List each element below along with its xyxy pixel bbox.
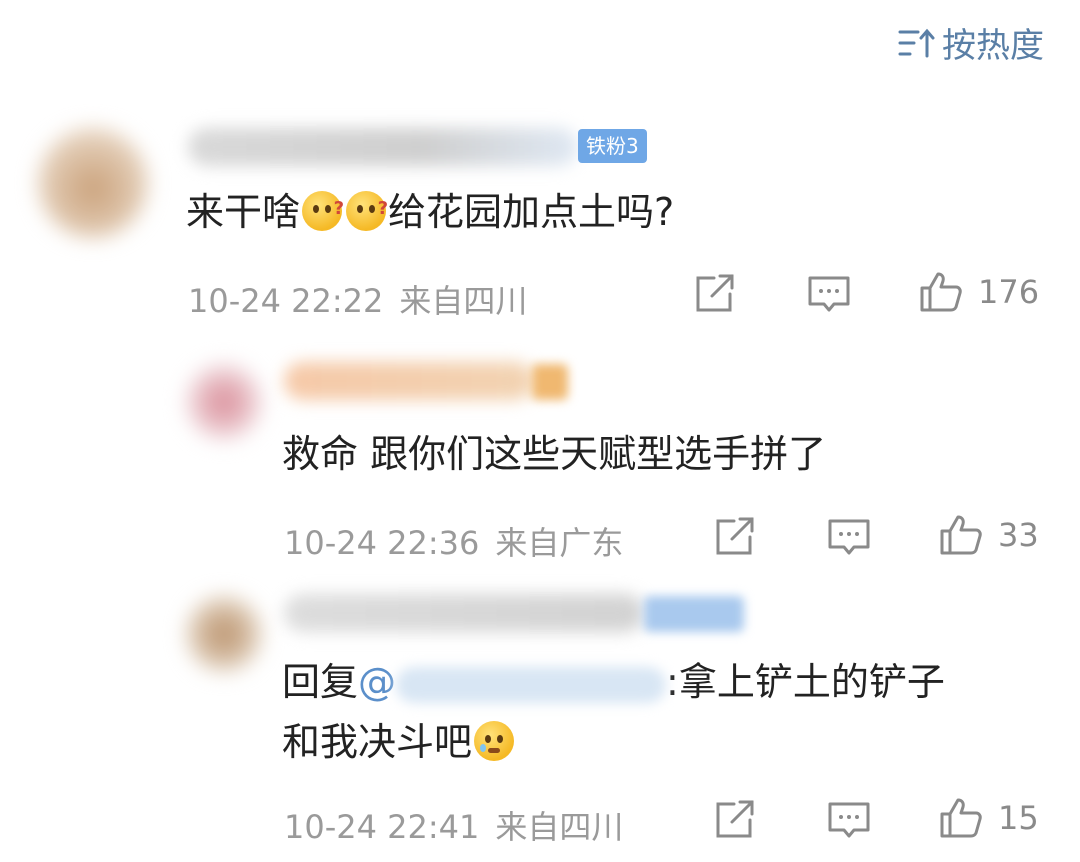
comment-button[interactable] (826, 515, 872, 559)
comment-icon (828, 519, 870, 555)
avatar[interactable] (186, 596, 262, 672)
like-count: 176 (978, 273, 1040, 311)
username-blurred[interactable] (284, 362, 534, 400)
like-icon (920, 272, 962, 312)
share-icon (716, 800, 754, 838)
thinking-emoji: ? (346, 191, 388, 231)
share-button[interactable] (712, 798, 758, 842)
like-button[interactable]: 15 (938, 796, 1039, 840)
comment-text: 回复@:拿上铲土的铲子 (282, 660, 945, 704)
location: 来自四川 (399, 282, 528, 320)
comment-button[interactable] (806, 272, 852, 316)
mention-link[interactable]: @ (358, 660, 667, 704)
comment-meta: 10-24 22:36 来自广东 (284, 518, 623, 564)
share-icon (716, 517, 754, 555)
like-count: 15 (998, 799, 1039, 837)
share-button[interactable] (712, 515, 758, 559)
timestamp: 10-24 22:36 (284, 524, 480, 562)
comment-meta: 10-24 22:22 来自四川 (188, 276, 527, 322)
comment-meta: 10-24 22:41 来自四川 (284, 802, 623, 848)
like-button[interactable]: 176 (918, 270, 1039, 314)
location: 来自四川 (495, 808, 624, 846)
comment-text-line2: 和我决斗吧 (282, 714, 516, 770)
username-blurred[interactable] (188, 128, 578, 166)
sort-label: 按热度 (942, 26, 1044, 66)
sort-toggle[interactable]: 按热度 (898, 18, 1044, 67)
comment-text: 救命 跟你们这些天赋型选手拼了 (282, 432, 827, 476)
avatar[interactable] (38, 128, 148, 238)
like-count: 33 (998, 516, 1039, 554)
like-icon (940, 798, 982, 838)
share-button[interactable] (692, 272, 738, 316)
badge-blurred (644, 596, 744, 632)
fan-badge: 铁粉3 (578, 129, 647, 163)
share-icon (696, 274, 734, 312)
timestamp: 10-24 22:22 (188, 282, 384, 320)
sort-icon (898, 28, 935, 57)
thinking-emoji: ? (302, 191, 344, 231)
comment-icon (828, 802, 870, 838)
like-button[interactable]: 33 (938, 513, 1039, 557)
comment-button[interactable] (826, 798, 872, 842)
pleading-emoji (474, 721, 515, 761)
avatar[interactable] (186, 364, 262, 440)
comment-text: 来干啥?? 给花园加点土吗? (186, 190, 675, 234)
location: 来自广东 (495, 524, 624, 562)
username-blurred[interactable] (284, 594, 644, 632)
like-icon (940, 515, 982, 555)
comment-icon (808, 276, 850, 312)
badge-blurred (532, 364, 568, 400)
reply-prefix: 回复 (282, 660, 359, 704)
timestamp: 10-24 22:41 (284, 808, 480, 846)
